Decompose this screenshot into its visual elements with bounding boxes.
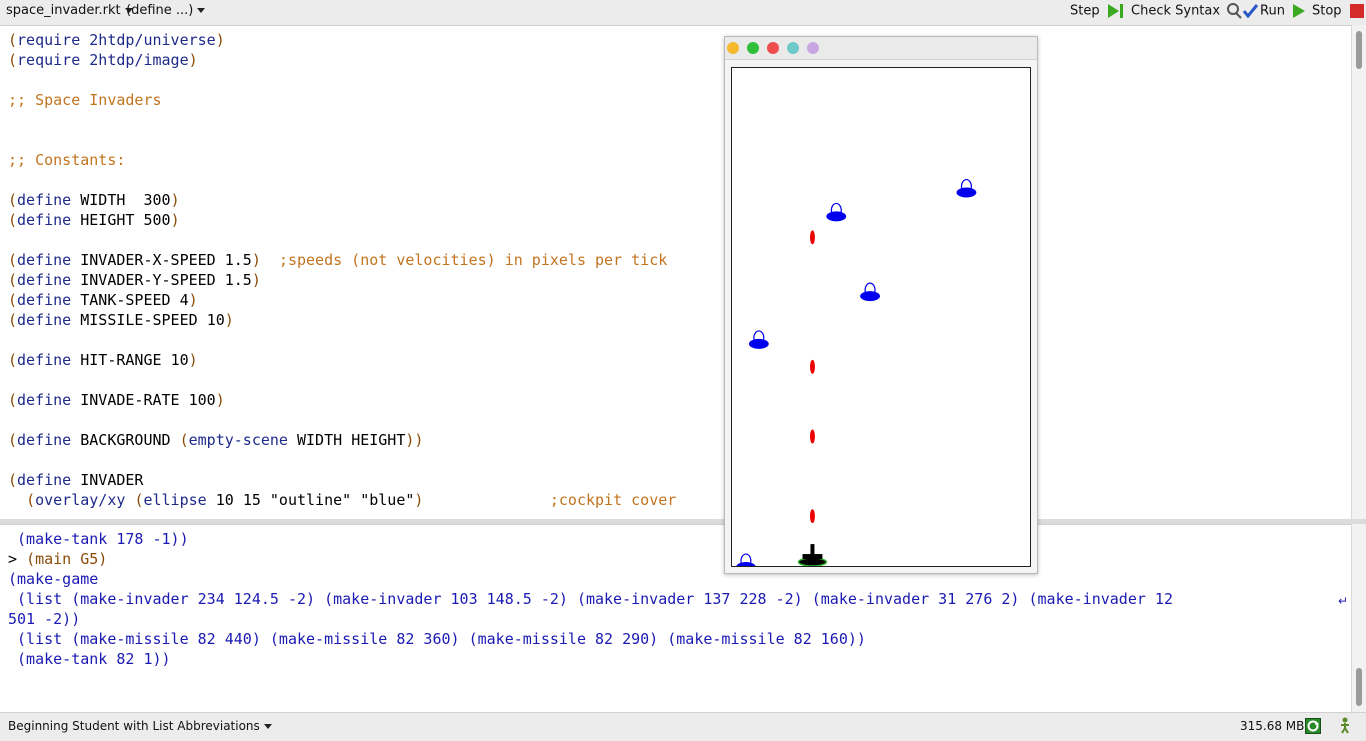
stop-icon [1349,4,1364,18]
run-label: Run [1260,3,1285,19]
check-syntax-button[interactable]: Check Syntax [1131,3,1260,20]
code-line: (define MISSILE-SPEED 10) [8,311,234,329]
missile-sprite [809,509,815,524]
status-bar: Beginning Student with List Abbreviation… [0,712,1366,741]
missile-sprite [809,429,815,444]
chevron-down-icon [197,8,206,13]
missile-sprite [809,359,815,374]
code-line: (overlay/xy (ellipse 10 15 "outline" "bl… [26,491,677,509]
define-menu[interactable]: (define ...) [126,3,206,19]
file-menu[interactable]: space_invader.rkt [6,3,133,19]
interactions-scroll-thumb[interactable] [1356,668,1362,706]
toolbar: space_invader.rkt (define ...) Step Chec… [0,0,1366,24]
tank-barrel [810,544,815,556]
code-line: (define INVADER-Y-SPEED 1.5) [8,271,261,289]
invader-sprite [826,202,847,222]
window-minimize-dot[interactable] [727,42,739,54]
code-line: (define INVADER-X-SPEED 1.5) ;speeds (no… [8,251,668,269]
invader-body [956,187,977,198]
game-scene [736,178,977,566]
check-syntax-label: Check Syntax [1131,3,1221,19]
language-label: Beginning Student with List Abbreviation… [8,719,260,733]
code-line: (define BACKGROUND (empty-scene WIDTH HE… [8,431,424,449]
interaction-line: (list (make-missile 82 440) (make-missil… [8,630,866,648]
interaction-line: 501 -2)) [8,610,81,628]
language-selector[interactable]: Beginning Student with List Abbreviation… [8,719,272,733]
window-close-dot[interactable] [767,42,779,54]
game-window-titlebar[interactable] [725,37,1037,60]
run-icon [1293,4,1306,18]
definitions-scrollbar[interactable] [1351,25,1366,519]
code-line: (define HEIGHT 500) [8,211,180,229]
invader-sprite [748,330,769,349]
code-line: ;; Constants: [8,151,126,169]
invader-sprite [736,553,756,566]
tank-tread [797,557,828,566]
definitions-code: (require 2htdp/universe) (require 2htdp/i… [8,30,676,510]
invader-sprite [860,282,881,302]
code-line: (define TANK-SPEED 4) [8,291,198,309]
magnifier-check-icon [1227,3,1259,19]
code-line: (define HIT-RANGE 10) [8,351,198,369]
game-window[interactable] [724,36,1038,574]
filename-label: space_invader.rkt [6,3,121,18]
stop-button[interactable]: Stop [1312,3,1365,20]
code-line: (define INVADE-RATE 100) [8,391,225,409]
invader-body [736,562,756,566]
invader-body [826,211,847,222]
line-wrap-icon: ↵ [1337,594,1348,608]
running-figure-icon [1341,717,1349,734]
interaction-line: (list (make-invader 234 124.5 -2) (make-… [8,590,1173,608]
window-extra-dot[interactable] [787,42,799,54]
invader-body [748,338,769,349]
run-button[interactable]: Run [1260,3,1306,20]
game-canvas [731,67,1031,567]
window-maximize-dot[interactable] [747,42,759,54]
step-label: Step [1070,3,1100,19]
missile-sprite [809,230,815,245]
code-line: (require 2htdp/image) [8,51,198,69]
interactions-pane[interactable]: (make-tank 178 -1)) > (main G5) (make-game… [0,524,1352,713]
recycle-icon[interactable] [1305,718,1321,734]
invader-sprite [956,178,977,198]
definitions-editor[interactable]: (require 2htdp/universe) (require 2htdp/i… [0,25,1352,520]
step-icon [1107,4,1123,18]
memory-usage: 315.68 MB [1240,719,1305,733]
stop-label: Stop [1312,3,1342,19]
code-line: (define INVADER [8,471,144,489]
step-button[interactable]: Step [1070,3,1125,20]
code-line: (define WIDTH 300) [8,191,180,209]
interactions-scrollbar[interactable] [1351,524,1366,712]
define-menu-label: (define ...) [126,3,194,18]
code-line: (require 2htdp/universe) [8,31,225,49]
tank-sprite [797,544,828,566]
code-line: ;; Space Invaders [8,91,162,109]
definitions-scroll-thumb[interactable] [1356,31,1362,69]
window-extra-dot-2[interactable] [807,42,819,54]
interaction-line: (make-tank 82 1)) [8,650,171,668]
invader-body [860,291,881,302]
chevron-down-icon [263,724,272,729]
